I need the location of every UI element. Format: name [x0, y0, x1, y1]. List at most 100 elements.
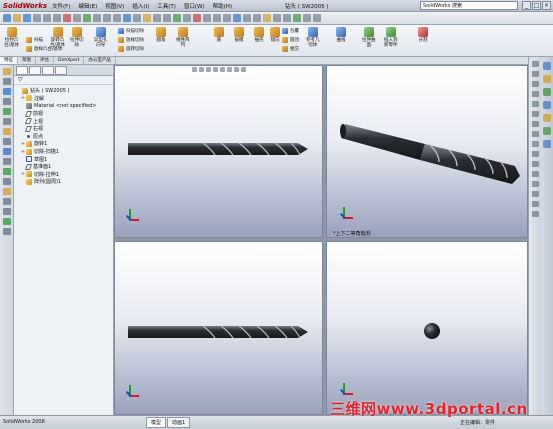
viewport-right[interactable] — [326, 241, 528, 415]
undo-icon[interactable] — [43, 14, 51, 22]
rebuild-icon[interactable] — [63, 14, 71, 22]
open-icon[interactable] — [13, 14, 21, 22]
back-view-icon[interactable] — [531, 111, 539, 117]
tree-item[interactable]: + 切除-扫描1 — [14, 148, 113, 156]
cmd-intersect-button[interactable]: 相交 — [282, 46, 299, 52]
viewport-isometric[interactable]: *上下二等角轴测 — [326, 65, 528, 238]
model-tab[interactable]: 模型 — [146, 417, 167, 428]
cmd-revolve-cut-button[interactable]: 旋转切除 — [118, 46, 144, 52]
trim-icon[interactable] — [253, 14, 261, 22]
isometric-view-icon[interactable] — [531, 161, 539, 167]
menu-edit[interactable]: 编辑(E) — [74, 2, 101, 10]
cmd-wrap-button[interactable]: 包覆 — [282, 28, 299, 34]
zoom-fit-icon[interactable] — [83, 14, 91, 22]
left-view-icon[interactable] — [531, 121, 539, 127]
help-icon[interactable] — [313, 14, 321, 22]
configuration-manager-tab-icon[interactable] — [42, 66, 54, 75]
close-button[interactable]: × — [542, 1, 551, 10]
cmd-draft-button[interactable]: 拔模 — [234, 27, 244, 43]
custom-properties-icon[interactable] — [543, 140, 551, 148]
measure-icon[interactable] — [293, 14, 301, 22]
cmd-revolve-boss-button[interactable]: 旋转凸 台/基体 — [50, 27, 65, 48]
arc-icon[interactable] — [2, 108, 11, 115]
tree-item[interactable]: 上视 — [14, 117, 113, 125]
cmd-tab[interactable]: 草图 — [18, 57, 36, 64]
smart-dimension-icon[interactable] — [193, 14, 201, 22]
cmd-insert-part-button[interactable]: 插入到 新零件 — [384, 27, 398, 48]
tree-item[interactable]: + 注解 — [14, 95, 113, 103]
zoom-area-icon[interactable] — [93, 14, 101, 22]
feature-manager-tab-icon[interactable] — [16, 66, 28, 75]
cmd-curves-button[interactable]: 曲线 — [336, 27, 346, 43]
search-input[interactable]: SolidWorks 搜索 — [420, 1, 518, 10]
cmd-loft-button[interactable]: 放样凸台/基体 — [26, 46, 63, 52]
relations-icon[interactable] — [2, 218, 11, 225]
hidden-lines-icon[interactable] — [163, 14, 171, 22]
cmd-dome-button[interactable]: 圆顶 — [282, 37, 299, 43]
pan-icon[interactable] — [113, 14, 121, 22]
single-view-icon[interactable] — [531, 181, 539, 187]
options-icon[interactable] — [73, 14, 81, 22]
rotate-view-icon[interactable] — [103, 14, 111, 22]
cmd-rib-button[interactable]: 筋 — [214, 27, 224, 43]
viewport-top[interactable] — [114, 241, 323, 415]
extend-icon[interactable] — [2, 168, 11, 175]
tree-item[interactable]: 基准面1 — [14, 163, 113, 171]
minimize-button[interactable]: _ — [522, 1, 531, 10]
right-view-icon[interactable] — [531, 131, 539, 137]
arc-icon[interactable] — [233, 14, 241, 22]
tree-item[interactable]: 右视 — [14, 125, 113, 133]
menu-file[interactable]: 文件(F) — [48, 2, 74, 10]
cmd-extrude-surface-button[interactable]: 拉伸曲 面 — [362, 27, 376, 48]
save-icon[interactable] — [23, 14, 31, 22]
cmd-tab[interactable]: 办公室产品 — [84, 57, 116, 64]
mirror-icon[interactable] — [2, 188, 11, 195]
new-icon[interactable] — [3, 14, 11, 22]
cmd-swept-cut-button[interactable]: 扫描切除 — [118, 28, 144, 34]
cmd-fillet-button[interactable]: 圆角 — [156, 27, 166, 43]
spline-icon[interactable] — [2, 118, 11, 125]
print-icon[interactable] — [33, 14, 41, 22]
tree-filter-icon[interactable]: ▽ — [14, 76, 113, 85]
circle-icon[interactable] — [2, 98, 11, 105]
relations-icon[interactable] — [283, 14, 291, 22]
search-icon[interactable] — [543, 101, 551, 109]
menu-window[interactable]: 窗口(W) — [180, 2, 209, 10]
bottom-view-icon[interactable] — [531, 151, 539, 157]
front-view-icon[interactable] — [531, 101, 539, 107]
section-view-icon[interactable] — [133, 14, 141, 22]
design-library-icon[interactable] — [543, 75, 551, 83]
mass-props-icon[interactable] — [303, 14, 311, 22]
cmd-mirror-button[interactable]: 镜向 — [270, 27, 280, 43]
cmd-lofted-cut-button[interactable]: 放样切除 — [118, 37, 144, 43]
file-explorer-icon[interactable] — [543, 88, 551, 96]
tree-item[interactable]: 前视 — [14, 110, 113, 118]
cmd-split-button[interactable]: 分割 — [418, 27, 428, 43]
view-palette-icon[interactable] — [543, 114, 551, 122]
spline-icon[interactable] — [243, 14, 251, 22]
cmd-extrude-cut-button[interactable]: 拉伸切 除 — [70, 27, 84, 48]
offset-icon[interactable] — [2, 178, 11, 185]
property-manager-tab-icon[interactable] — [29, 66, 41, 75]
rotate-icon[interactable] — [531, 81, 539, 87]
rectangle-icon[interactable] — [2, 88, 11, 95]
normal-to-icon[interactable] — [531, 171, 539, 177]
wireframe-icon[interactable] — [153, 14, 161, 22]
cmd-reference-geometry-button[interactable]: 参考几 何体 — [306, 27, 320, 48]
cmd-tab[interactable]: 评估 — [36, 57, 54, 64]
cmd-shell-button[interactable]: 抽壳 — [254, 27, 264, 43]
tree-item[interactable]: 钻头 ( SW2005 ) — [14, 87, 113, 95]
tree-item[interactable]: + 旋转1 — [14, 140, 113, 148]
rectangle-icon[interactable] — [213, 14, 221, 22]
appearance-icon[interactable] — [173, 14, 181, 22]
shaded-icon[interactable] — [143, 14, 151, 22]
tree-item[interactable]: 草图1 — [14, 155, 113, 163]
tree-item[interactable]: 阵列(圆周)1 — [14, 178, 113, 186]
zoom-out-icon[interactable] — [531, 71, 539, 77]
cmd-linear-pattern-button[interactable]: 线性阵 列 — [176, 27, 190, 48]
line-icon[interactable] — [2, 78, 11, 85]
link-views-icon[interactable] — [531, 211, 539, 217]
zoom-in-icon[interactable] — [531, 61, 539, 67]
menu-insert[interactable]: 插入(I) — [128, 2, 153, 10]
viewport-splitter-horizontal[interactable] — [114, 238, 528, 241]
